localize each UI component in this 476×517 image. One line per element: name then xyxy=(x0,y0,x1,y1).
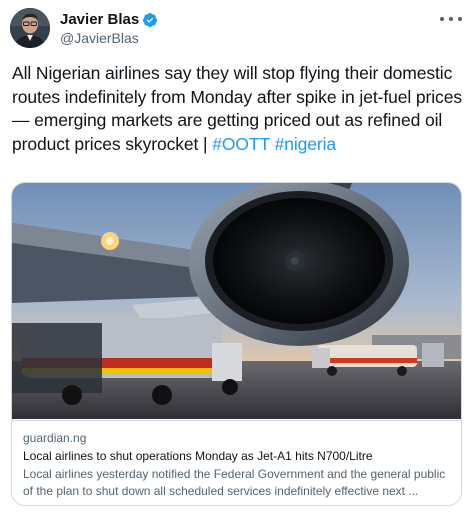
card-description-line: Local airlines yesterday notified the Fe… xyxy=(23,467,446,481)
hashtag-nigeria[interactable]: #nigeria xyxy=(275,134,337,154)
more-dot xyxy=(440,17,444,21)
tweet-text: All Nigerian airlines say they will stop… xyxy=(12,62,467,156)
card-title: Local airlines to shut operations Monday… xyxy=(23,449,373,463)
more-dot xyxy=(458,17,462,21)
card-description-line: of the plan to shut down all scheduled s… xyxy=(23,484,419,498)
hashtag-oott[interactable]: #OOTT xyxy=(212,134,270,154)
author-name-row[interactable]: Javier Blas xyxy=(60,11,158,29)
avatar-image xyxy=(10,8,50,48)
verified-badge-icon xyxy=(142,12,158,28)
card-description: Local airlines yesterday notified the Fe… xyxy=(23,466,450,500)
card-domain: guardian.ng xyxy=(23,431,87,445)
author-display-name[interactable]: Javier Blas xyxy=(60,11,139,29)
more-dot xyxy=(449,17,453,21)
card-image xyxy=(12,183,461,419)
link-preview-card[interactable]: guardian.ng Local airlines to shut opera… xyxy=(11,182,462,506)
tweet: Javier Blas @JavierBlas All Nigerian air… xyxy=(0,0,476,517)
author-handle[interactable]: @JavierBlas xyxy=(60,30,139,47)
avatar[interactable] xyxy=(10,8,50,48)
card-body: guardian.ng Local airlines to shut opera… xyxy=(12,420,461,500)
more-options-icon[interactable] xyxy=(440,14,462,24)
